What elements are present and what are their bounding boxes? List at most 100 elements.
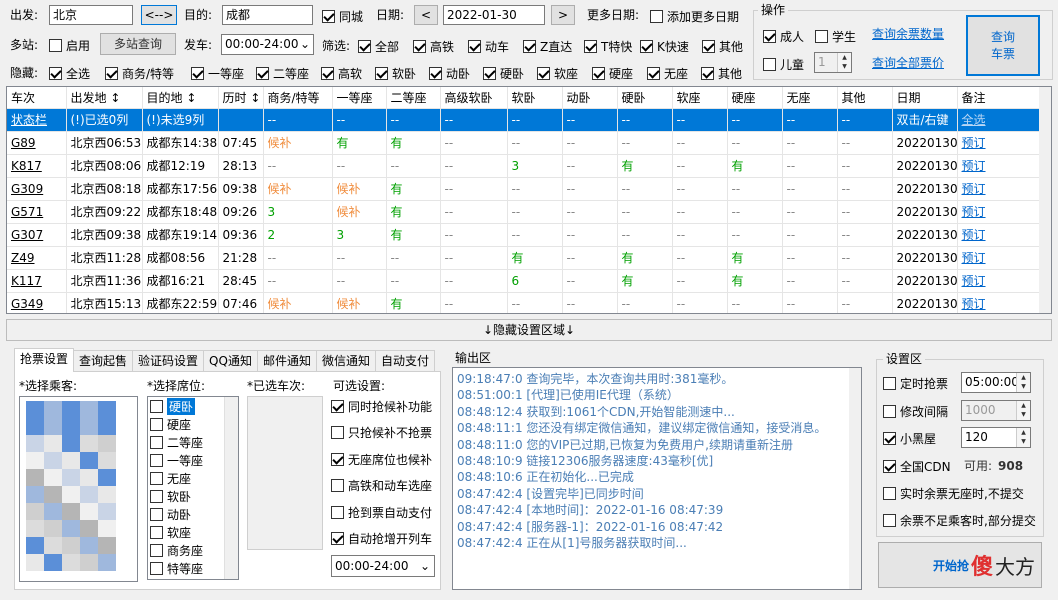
booking-option-4[interactable]: 抢到票自动支付 [331,504,432,520]
checkbox-box[interactable] [640,39,653,53]
stepper-arrows-icon[interactable]: ▲ ▼ [1016,401,1030,420]
date-input[interactable]: 2022-01-30 [443,5,545,25]
start-booking-button[interactable]: 开始抢 傻 大方 [878,542,1042,588]
stepper-arrows-icon[interactable]: ▲ ▼ [1016,428,1030,447]
filter-checkbox-3[interactable]: Z直达 [523,38,572,54]
timed-booking-checkbox[interactable]: 定时抢票 [883,375,948,391]
checkbox-box[interactable] [256,66,269,80]
filter-checkbox-6[interactable]: 其他 [702,38,743,54]
checkbox-box[interactable] [647,66,660,80]
checkbox-box[interactable] [331,399,344,413]
filter-checkbox-2[interactable]: 动车 [468,38,509,54]
depart-time-select[interactable]: 00:00-24:00 ⌄ [221,34,314,55]
hide-checkbox-3[interactable]: 二等座 [256,65,309,81]
checkbox-box[interactable] [592,66,605,80]
child-checkbox[interactable]: 儿童 [763,56,804,72]
same-city-checkbox[interactable]: 同城 [322,8,363,24]
tab-2[interactable]: 验证码设置 [132,350,205,372]
hide-checkbox-11[interactable]: 其他 [701,65,742,81]
checkbox-box[interactable] [150,507,163,521]
book-link[interactable]: 预订 [957,154,1042,178]
seat-type-list[interactable]: 硬卧 硬座 二等座 一等座 无座 软卧 动卧 软座 商务座 特等座 [147,396,239,580]
checkbox-box[interactable] [150,399,163,413]
hide-checkbox-8[interactable]: 软座 [537,65,578,81]
selected-trains-list[interactable] [247,396,323,550]
checkbox-box[interactable] [331,426,344,439]
swap-stations-button[interactable]: <--> [141,5,177,25]
hide-settings-toggle[interactable]: ↓隐藏设置区域↓ [6,319,1052,341]
tab-3[interactable]: QQ通知 [203,350,258,372]
checkbox-box[interactable] [49,66,62,80]
column-header[interactable]: 动卧 [562,87,618,109]
table-row[interactable]: K817 北京西08:06 成都12:19 28:13 -- -- -- -- 3 -- 有 -- 有 -… [7,154,1042,178]
checkbox-box[interactable] [191,66,204,80]
table-row[interactable]: Z49 北京西11:28 成都08:56 21:28 -- -- -- -- 有 -- 有 -- 有 --… [7,246,1042,270]
booking-option-2[interactable]: 无座席位也候补 [331,451,432,467]
stepper-arrows-icon[interactable]: ▲ ▼ [1016,373,1030,392]
checkbox-box[interactable] [523,39,536,53]
column-header[interactable]: 高级软卧 [440,87,508,109]
book-link[interactable]: 预订 [957,131,1042,155]
tab-6[interactable]: 自动支付 [374,350,435,372]
checkbox-box[interactable] [321,66,334,80]
checkbox-box[interactable] [150,453,163,467]
checkbox-box[interactable] [150,435,163,449]
checkbox-box[interactable] [150,489,163,503]
enable-multi-station-checkbox[interactable]: 启用 [49,37,90,53]
column-header[interactable]: 软座 [672,87,728,109]
adult-checkbox[interactable]: 成人 [763,28,804,44]
book-link[interactable]: 预订 [957,246,1042,270]
seat-list-scrollbar[interactable] [224,397,238,579]
query-tickets-button[interactable]: 查询 车票 [966,15,1040,76]
table-row[interactable]: G307 北京西09:38 成都东19:14 09:36 2 3 有 -- -- -- -- -- --… [7,223,1042,247]
checkbox-box[interactable] [413,39,426,53]
column-header[interactable]: 一等座 [332,87,387,109]
booking-option-5[interactable]: 自动抢增开列车 [331,531,432,547]
hide-checkbox-1[interactable]: 商务/特等 [105,65,174,81]
checkbox-box[interactable] [105,66,118,80]
partial-submit-checkbox[interactable]: 余票不足乘客时,部分提交 [883,512,1036,528]
modify-interval-checkbox[interactable]: 修改间隔 [883,403,948,419]
status-row[interactable]: 状态栏 (!)已选0列 (!)未选9列 -- -- -- -- -- -- -- -- -- -- -- 双… [7,108,1042,132]
hide-checkbox-2[interactable]: 一等座 [191,65,244,81]
table-row[interactable]: K117 北京西11:36 成都16:21 28:45 -- -- -- -- 6 -- 有 -- 有 -… [7,269,1042,293]
booking-option-3[interactable]: 高铁和动车选座 [331,478,432,494]
national-cdn-checkbox[interactable]: 全国CDN [883,458,951,474]
query-all-prices-link[interactable]: 查询全部票价 [872,55,944,71]
query-remaining-link[interactable]: 查询余票数量 [872,26,944,42]
table-row[interactable]: G349 北京西15:13 成都东22:59 07:46 候补 候补有 -- -- -- -- --… [7,292,1042,313]
checkbox-box[interactable] [358,39,371,53]
table-row[interactable]: G309 北京西08:18 成都东17:56 09:38 候补 候补有 -- -- -- -- --… [7,177,1042,201]
checkbox-box[interactable] [584,39,597,53]
hide-checkbox-6[interactable]: 动卧 [429,65,470,81]
prev-date-button[interactable]: < [414,5,438,25]
status-bar-link[interactable]: 状态栏 [7,108,67,132]
booking-option-1[interactable]: 只抢候补不抢票 [331,425,432,441]
checkbox-box[interactable] [150,543,163,557]
add-more-dates-checkbox[interactable]: 添加更多日期 [650,8,739,24]
column-header[interactable]: 二等座 [386,87,441,109]
filter-checkbox-0[interactable]: 全部 [358,38,399,54]
table-row[interactable]: G571 北京西09:22 成都东18:48 09:26 3 候补有 -- -- -- -- -- -… [7,200,1042,224]
train-number-link[interactable]: G307 [7,223,67,247]
checkbox-box[interactable] [537,66,550,80]
interval-stepper[interactable]: 1000 ▲ ▼ [961,400,1031,421]
booking-option-0[interactable]: 同时抢候补功能 [331,398,432,414]
status-cell[interactable]: 全选 [957,108,1042,132]
checkbox-box[interactable] [150,417,163,431]
column-header[interactable]: 日期 [892,87,958,109]
checkbox-box[interactable] [701,66,714,80]
hide-checkbox-4[interactable]: 高软 [321,65,362,81]
checkbox-box[interactable] [150,471,163,485]
checkbox-box[interactable] [331,532,344,545]
child-count-stepper[interactable]: 1 ▲ ▼ [814,52,852,73]
hide-checkbox-9[interactable]: 硬座 [592,65,633,81]
train-number-link[interactable]: K117 [7,269,67,293]
book-link[interactable]: 预订 [957,223,1042,247]
train-number-link[interactable]: G89 [7,131,67,155]
table-row[interactable]: G89 北京西06:53 成都东14:38 07:45 候补有有 -- -- -- -- -- --… [7,131,1042,155]
hide-checkbox-5[interactable]: 软卧 [375,65,416,81]
train-number-link[interactable]: Z49 [7,246,67,270]
filter-checkbox-1[interactable]: 高铁 [413,38,454,54]
multi-station-query-button[interactable]: 多站查询 [100,33,176,55]
